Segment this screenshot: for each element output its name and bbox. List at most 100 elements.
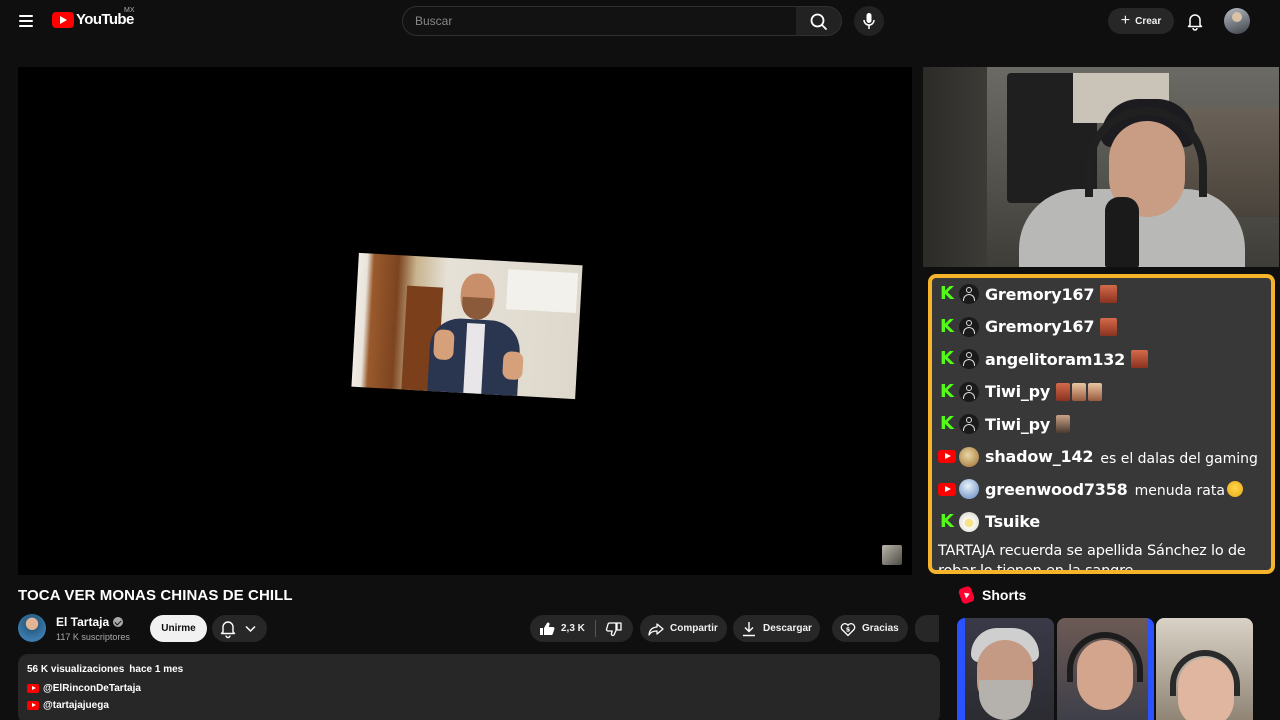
verified-icon (113, 617, 124, 627)
search-button[interactable] (796, 6, 842, 36)
user-avatar-icon (959, 316, 979, 337)
chat-username: Tsuike (985, 512, 1041, 532)
chat-message: Kangelitoram132 (938, 343, 1265, 376)
chat-emote-icon (1100, 285, 1118, 304)
chat-message: greenwood7358 menuda rata (938, 473, 1265, 506)
youtube-logo[interactable]: YouTube MX (52, 7, 135, 28)
download-icon (740, 620, 758, 638)
chat-emote-icon (1100, 317, 1118, 336)
shorts-header: Shorts (957, 585, 1027, 605)
subscription-notifications-button[interactable] (212, 615, 267, 642)
short-thumbnail[interactable] (957, 618, 1054, 720)
svg-text:$: $ (846, 625, 851, 633)
microphone-icon (863, 13, 875, 29)
chat-username: greenwood7358 (985, 479, 1128, 499)
notifications-button[interactable] (1184, 10, 1206, 32)
youtube-icon (938, 448, 956, 466)
chat-emote-icon (1226, 481, 1243, 498)
chat-username: Tiwi_py (985, 414, 1051, 434)
user-avatar-icon (959, 381, 979, 402)
kick-icon: K (940, 348, 954, 370)
thumbs-up-icon (538, 620, 556, 638)
country-code: MX (124, 7, 135, 14)
voice-search-button[interactable] (854, 6, 884, 36)
shorts-label: Shorts (982, 587, 1027, 603)
stream-chat-overlay: K Gremory167 K Gremory167 Kangelitoram132 K Ti… (928, 274, 1275, 574)
chat-message-text: menuda rata (1134, 483, 1225, 500)
channel-avatar[interactable] (18, 614, 46, 642)
youtube-icon (938, 480, 956, 498)
short-thumbnail[interactable] (1156, 618, 1253, 720)
plus-icon: + (1120, 12, 1131, 29)
chat-message: shadow_142 es el dalas del gaming (938, 441, 1265, 474)
search-input[interactable] (403, 7, 796, 35)
chat-emote-icon (1056, 382, 1071, 401)
youtube-icon (27, 701, 39, 710)
user-avatar (959, 479, 979, 500)
chat-message-text: TARTAJA recuerda se apellida Sánchez lo … (938, 543, 1246, 574)
view-count: 56 K visualizaciones (27, 664, 125, 675)
description-box[interactable]: 56 K visualizaciones hace 1 mes @ElRincon… (18, 654, 940, 720)
create-label: Crear (1135, 15, 1162, 27)
bell-chevron-icon (220, 621, 256, 639)
channel-name-text: El Tartaja (56, 615, 110, 629)
thanks-label: Gracias (862, 623, 899, 634)
chat-message: K Tsuike (938, 506, 1265, 539)
channel-watermark[interactable] (882, 545, 902, 565)
chat-emote-icon (1088, 382, 1103, 401)
chat-message: K Gremory167 (938, 278, 1265, 311)
shorts-icon (957, 585, 976, 605)
search-icon (810, 13, 827, 30)
chat-message-text: es el dalas del gaming (1100, 450, 1258, 467)
bell-icon (1187, 14, 1203, 31)
thumbs-down-icon (605, 620, 623, 638)
top-bar: YouTube MX + Crear (0, 0, 1280, 42)
download-label: Descargar (763, 623, 812, 634)
chat-username: Gremory167 (985, 284, 1095, 304)
chat-emote-icon (1131, 350, 1149, 369)
dislike-button[interactable] (596, 615, 628, 642)
hamburger-menu-icon[interactable] (14, 9, 38, 33)
like-button[interactable]: 2,3 K (530, 615, 596, 642)
video-title: TOCA VER MONAS CHINAS DE CHILL (18, 587, 293, 604)
chat-emote-icon (1056, 415, 1071, 434)
chat-username: Tiwi_py (985, 382, 1051, 402)
kick-icon: K (940, 413, 954, 435)
kick-icon: K (940, 380, 954, 402)
chat-username: shadow_142 (985, 447, 1094, 467)
description-meta: 56 K visualizaciones hace 1 mes (27, 664, 183, 675)
channel-name[interactable]: El Tartaja (56, 615, 124, 629)
description-link-text: @tartajajuega (43, 700, 109, 711)
user-avatar-icon (959, 414, 979, 435)
streamer-webcam (923, 67, 1279, 267)
share-icon (647, 620, 665, 638)
share-button[interactable]: Compartir (640, 615, 727, 642)
chat-emote-icon (1072, 382, 1087, 401)
description-link[interactable]: @tartajajuega (27, 700, 109, 711)
user-avatar (959, 446, 979, 467)
kick-icon: K (940, 283, 954, 305)
description-link-text: @ElRinconDeTartaja (43, 683, 141, 694)
join-button[interactable]: Unirme (150, 615, 207, 642)
chat-message: K Tiwi_py (938, 376, 1265, 409)
upload-date: hace 1 mes (129, 664, 184, 675)
description-link[interactable]: @ElRinconDeTartaja (27, 683, 141, 694)
create-button[interactable]: + Crear (1108, 8, 1174, 34)
thanks-button[interactable]: $ Gracias (832, 615, 908, 642)
more-actions-button[interactable] (915, 615, 939, 642)
video-frame-clip (351, 252, 583, 400)
chat-username: angelitoram132 (985, 349, 1126, 369)
chat-message: K Gremory167 (938, 311, 1265, 344)
subscriber-count: 117 K suscriptores (56, 632, 130, 642)
chat-message: K Tiwi_py (938, 408, 1265, 441)
heart-dollar-icon: $ (839, 620, 857, 638)
short-thumbnail[interactable] (1057, 618, 1154, 720)
account-avatar[interactable] (1224, 8, 1250, 34)
kick-icon: K (940, 510, 954, 532)
youtube-icon (27, 684, 39, 693)
video-player[interactable] (18, 67, 912, 575)
chat-username: Gremory167 (985, 317, 1095, 337)
like-dislike-group: 2,3 K (530, 615, 633, 642)
youtube-play-icon (52, 11, 74, 28)
download-button[interactable]: Descargar (733, 615, 820, 642)
